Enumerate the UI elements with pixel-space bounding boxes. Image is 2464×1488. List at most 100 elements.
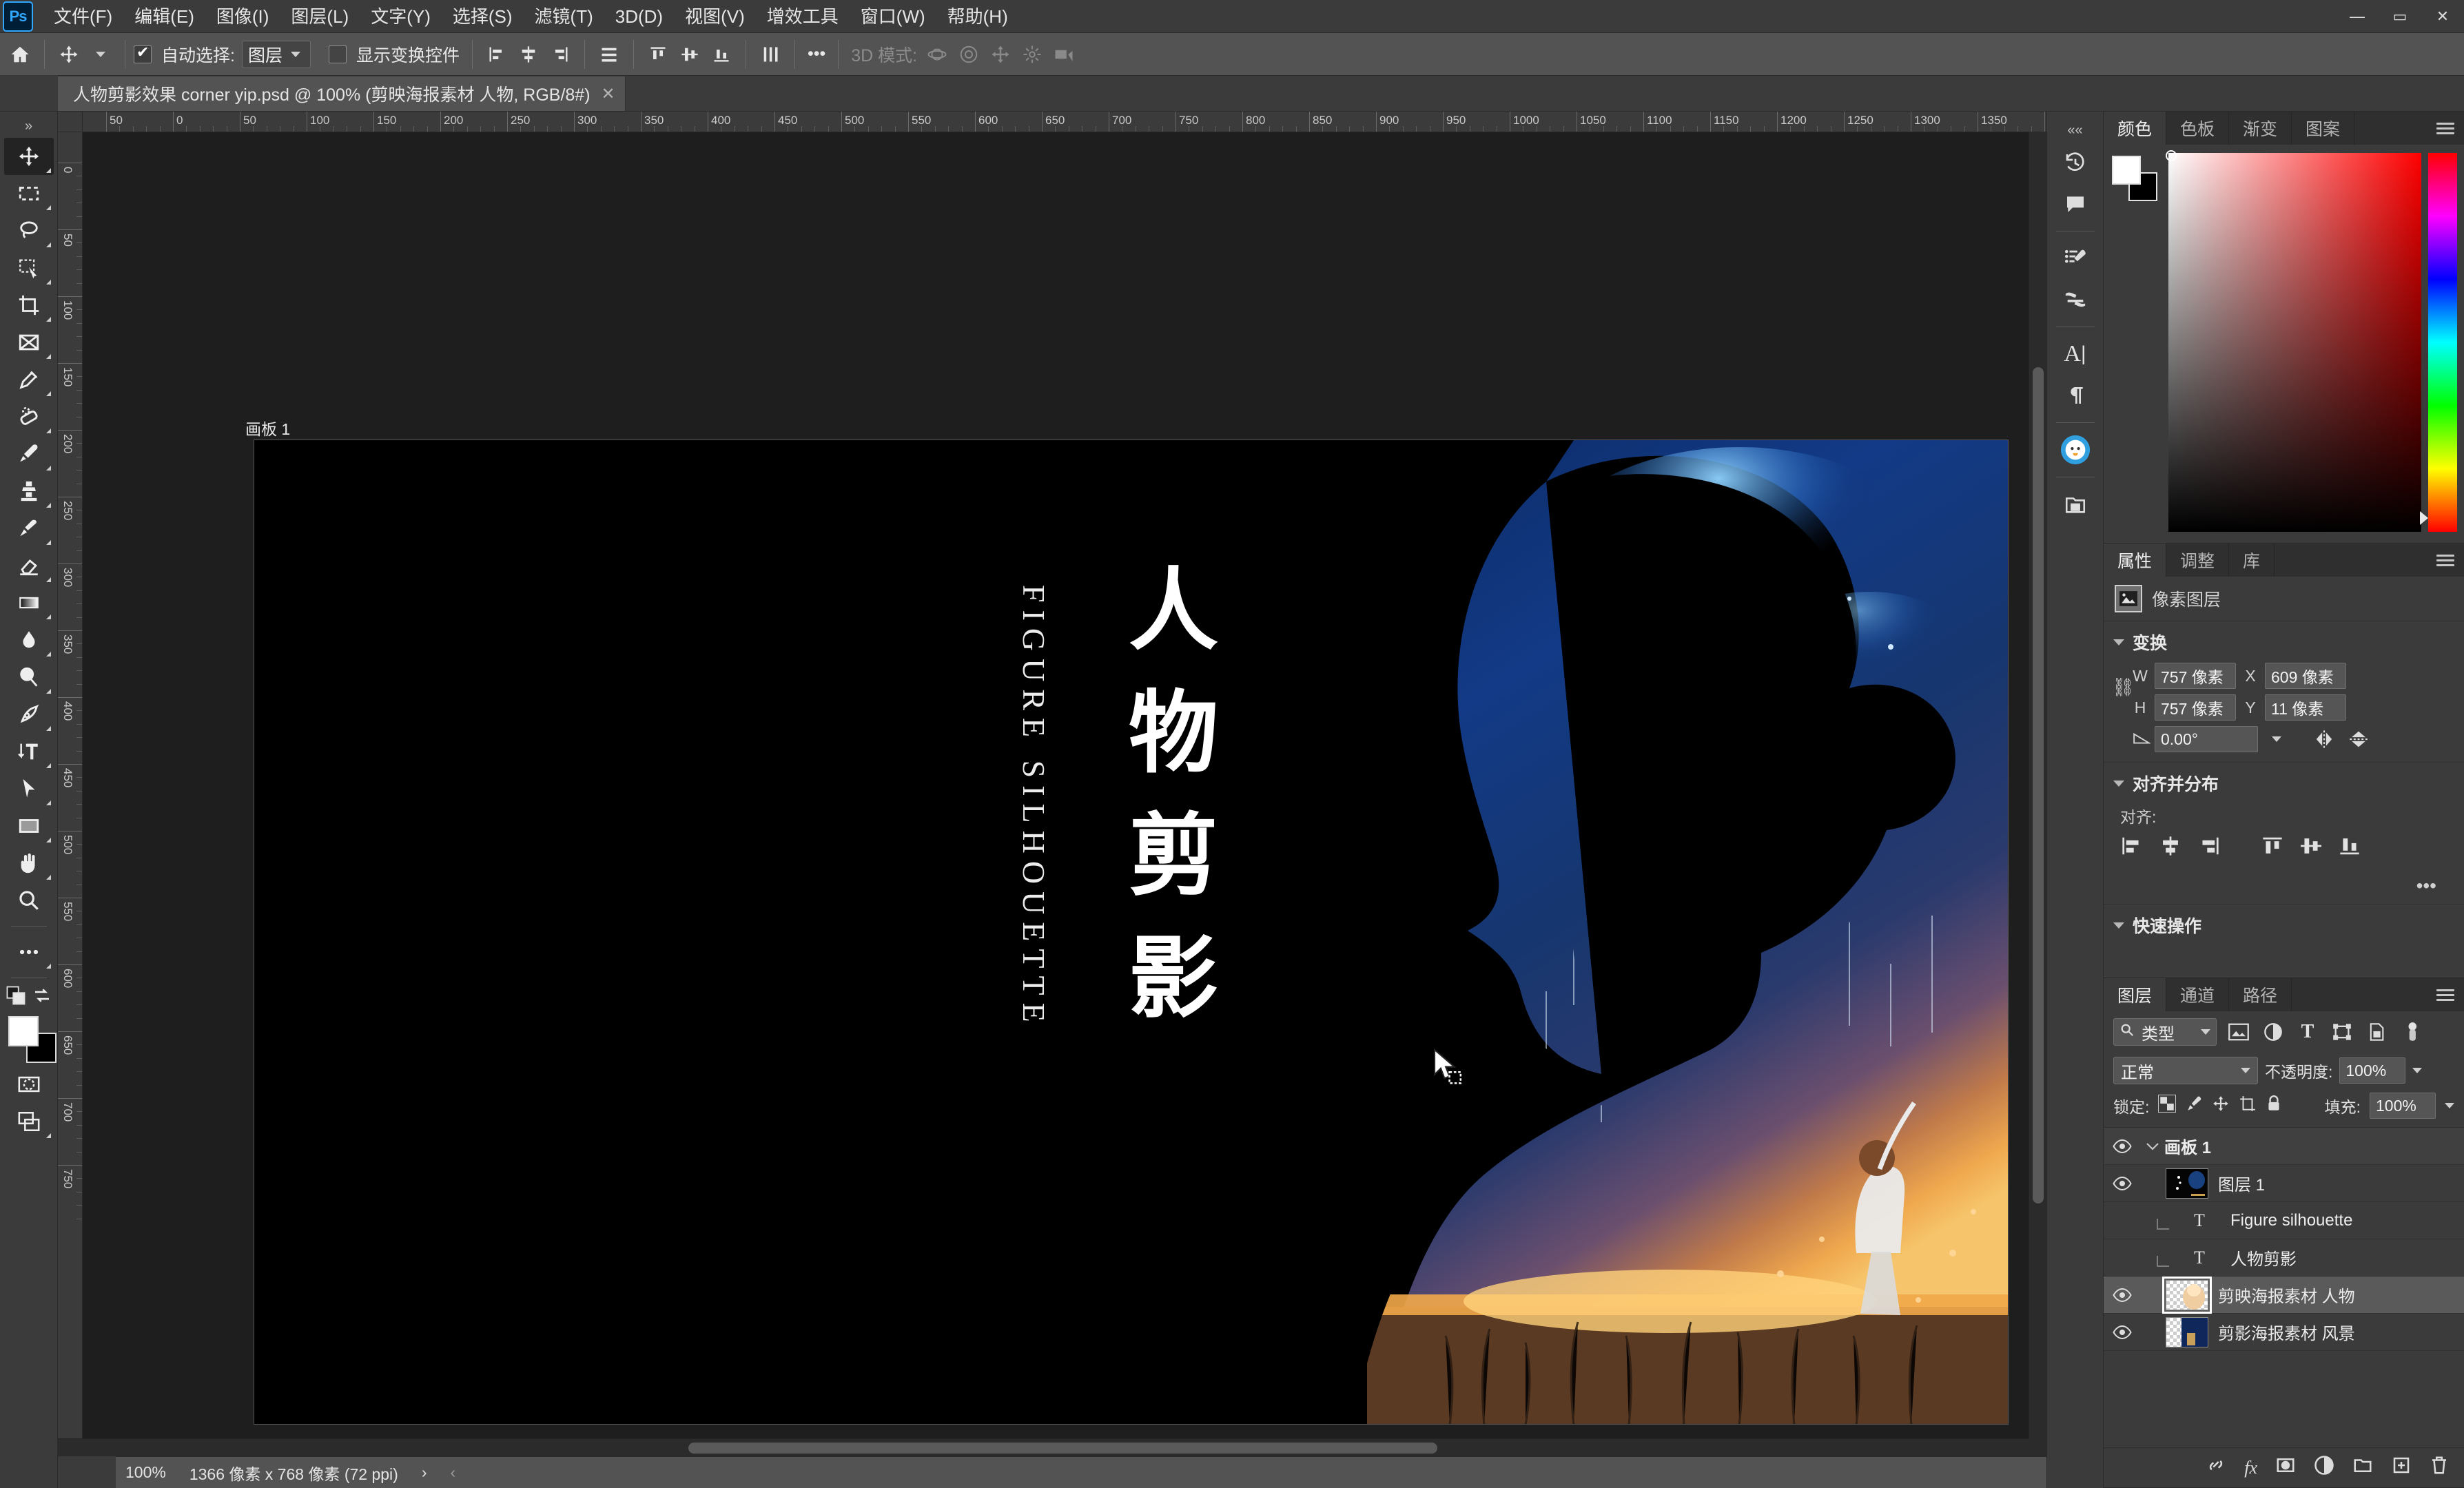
angle-dropdown-icon[interactable] [2265,736,2288,742]
menu-3d[interactable]: 3D(D) [604,0,674,33]
align-top-button[interactable] [2261,836,2284,861]
artboard-canvas[interactable]: 人物剪影 FIGURE SILHOUETTE [254,440,2009,1425]
sidebar-item-edit-toolbar[interactable] [4,933,54,971]
layer-list[interactable]: 画板 1 图层 1 T Figure silhouette T 人物剪影 剪映海报素材 人物… [2104,1127,2464,1447]
canvas-horizontal-scrollbar[interactable] [58,1438,2029,1456]
flip-horizontal-icon[interactable] [2310,730,2338,749]
fill-field[interactable]: 100% [2370,1093,2436,1119]
menu-type[interactable]: 文字(Y) [360,0,442,33]
tab-layers[interactable]: 图层 [2104,978,2167,1011]
align-center-horizontal-button[interactable] [2159,836,2182,861]
y-field[interactable]: 11 像素 [2265,694,2346,721]
toggle-filter-icon[interactable] [2399,1020,2423,1044]
home-icon[interactable] [4,39,36,70]
folder-icon[interactable] [2352,1455,2373,1480]
opacity-slider-icon[interactable] [2412,1068,2423,1073]
sidebar-item-lasso-tool[interactable] [4,212,54,249]
align-horizontal-centers-icon[interactable] [513,39,544,70]
menu-plugins[interactable]: 增效工具 [756,0,850,33]
libraries-icon[interactable] [2053,484,2097,525]
layer-thumbnail[interactable] [2166,1168,2208,1199]
sidebar-item-eyedropper-tool[interactable] [4,361,54,398]
sidebar-item-path-selection-tool[interactable] [4,770,54,807]
3d-slide-icon[interactable] [1016,39,1048,70]
character-icon[interactable]: A | [2053,333,2097,375]
layer-visibility-toggle[interactable] [2104,1288,2141,1303]
auto-select-checkbox[interactable] [134,43,152,63]
sidebar-item-pen-tool[interactable] [4,696,54,733]
document-tab[interactable]: 人物剪影效果 corner yip.psd @ 100% (剪映海报素材 人物,… [58,76,626,111]
layer-thumbnail[interactable] [2162,1276,2212,1314]
close-icon[interactable]: ✕ [602,84,615,104]
layer-filter-dropdown[interactable]: 类型 [2113,1018,2217,1046]
toolbar-collapse-button[interactable]: » [1,114,57,138]
screen-mode-icon[interactable] [4,1103,54,1140]
comment-icon[interactable] [2053,183,2097,225]
3d-rotate-icon[interactable] [921,39,953,70]
horizontal-ruler[interactable]: 50 0 50 100 150 200 250 300 350 400 450 500 550 600 65… [83,112,2046,132]
x-field[interactable]: 609 像素 [2265,663,2346,689]
link-icon[interactable] [2206,1455,2226,1480]
layer-visibility-toggle[interactable] [2104,1139,2141,1154]
sidebar-item-hand-tool[interactable] [4,845,54,882]
align-middle-button[interactable] [2299,836,2323,861]
adjustment-filter-icon[interactable] [2261,1020,2286,1044]
menu-layer[interactable]: 图层(L) [280,0,360,33]
3d-roll-icon[interactable] [953,39,985,70]
layer-row[interactable]: 图层 1 [2104,1165,2464,1202]
tab-properties[interactable]: 属性 [2104,544,2167,577]
status-expand-icon[interactable]: › [422,1463,427,1482]
artboard-label[interactable]: 画板 1 [245,416,290,440]
layer-visibility-toggle[interactable] [2104,1176,2141,1191]
color-saturation-value-field[interactable] [2166,150,2421,532]
layer-name[interactable]: 人物剪影 [2230,1246,2297,1270]
3d-camera-icon[interactable] [1048,39,1080,70]
sidebar-item-zoom-tool[interactable] [4,882,54,919]
menu-view[interactable]: 视图(V) [674,0,756,33]
tab-channels[interactable]: 通道 [2166,978,2230,1011]
menu-select[interactable]: 选择(S) [442,0,524,33]
tab-patterns[interactable]: 图案 [2292,112,2355,145]
align-right-edges-icon[interactable] [544,39,576,70]
new-layer-icon[interactable] [2391,1455,2412,1480]
angle-field[interactable]: 0.00° [2155,726,2258,752]
foreground-color-swatch[interactable] [8,1016,39,1046]
sidebar-item-clone-stamp-tool[interactable] [4,473,54,510]
minimize-button[interactable]: — [2336,0,2379,33]
distribute-icon[interactable] [593,39,625,70]
layer-name[interactable]: 画板 1 [2164,1134,2211,1158]
quick-mask-icon[interactable] [4,1066,54,1103]
layer-name[interactable]: 剪影海报素材 风景 [2218,1320,2355,1344]
options-more-button[interactable]: ••• [808,44,825,64]
sidebar-item-move-tool[interactable] [3,138,54,175]
3d-pan-icon[interactable] [985,39,1016,70]
sidebar-item-frame-tool[interactable] [4,324,54,361]
type-filter-icon[interactable]: T [2295,1020,2320,1044]
swap-colors-icon[interactable] [32,985,52,1011]
maximize-button[interactable]: ▭ [2379,0,2421,33]
color-picker-handle[interactable] [2166,150,2177,161]
transform-section-header[interactable]: 变换 [2104,621,2464,660]
opacity-field[interactable]: 100% [2339,1057,2406,1084]
properties-panel-menu-icon[interactable] [2427,544,2464,577]
lock-position-icon[interactable] [2212,1095,2230,1117]
flip-vertical-icon[interactable] [2345,727,2372,751]
menu-image[interactable]: 图像(I) [205,0,280,33]
sidebar-item-quick-selection-tool[interactable] [4,249,54,287]
sidebar-item-dodge-tool[interactable] [4,659,54,696]
align-bottom-edges-icon[interactable] [706,39,737,70]
layer-name[interactable]: 剪映海报素材 人物 [2218,1283,2355,1307]
sidebar-item-eraser-tool[interactable] [4,547,54,584]
lock-artboard-icon[interactable] [2239,1095,2257,1117]
tab-libraries[interactable]: 库 [2229,544,2275,577]
paragraph-icon[interactable] [2053,375,2097,416]
tab-swatches[interactable]: 色板 [2166,112,2230,145]
tab-gradients[interactable]: 渐变 [2229,112,2292,145]
lock-all-icon[interactable] [2266,1095,2282,1117]
color-fg-bg-swatches[interactable] [2111,154,2162,205]
sidebar-item-history-brush-tool[interactable] [4,510,54,547]
group-expand-chevron-icon[interactable] [2141,1141,2164,1151]
smartobject-filter-icon[interactable] [2364,1020,2389,1044]
canvas-vertical-scrollbar[interactable] [2029,132,2046,1438]
color-foreground-swatch[interactable] [2112,156,2141,185]
